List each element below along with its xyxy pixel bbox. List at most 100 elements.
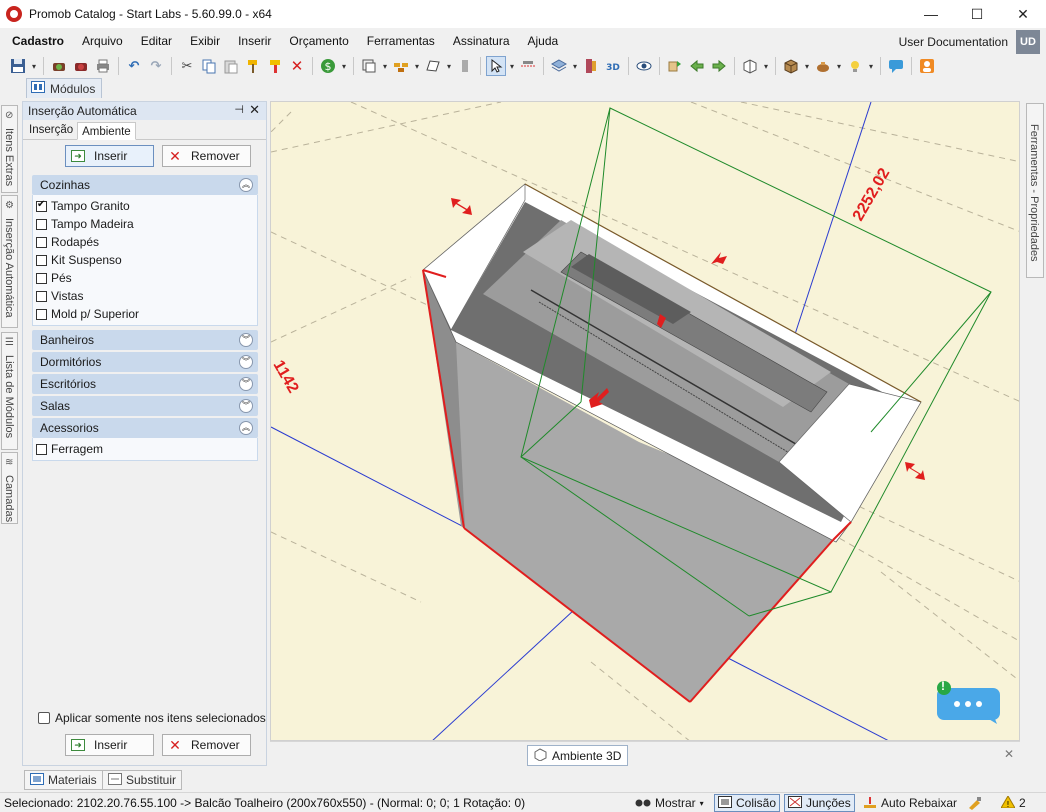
visibility-icon[interactable]	[634, 56, 654, 76]
box-dropdown-icon[interactable]: ▾	[803, 62, 811, 71]
print-icon[interactable]	[93, 56, 113, 76]
expand-icon[interactable]: ︾	[239, 333, 253, 347]
collapse-icon[interactable]: ︽	[239, 421, 253, 435]
collapse-icon[interactable]: ︽	[239, 178, 253, 192]
pointer-icon[interactable]	[486, 56, 506, 76]
maximize-button[interactable]: ☐	[954, 0, 1000, 28]
joints-toggle[interactable]: Junções	[784, 794, 855, 812]
minimize-button[interactable]: —	[908, 0, 954, 28]
group-dropdown-icon[interactable]: ▾	[413, 62, 421, 71]
undo-icon[interactable]: ↶	[124, 56, 144, 76]
arrow-left-icon[interactable]	[687, 56, 707, 76]
pin-icon[interactable]: ⊣	[234, 103, 244, 116]
tools-status-icon[interactable]	[964, 794, 986, 812]
tab-substituir[interactable]: Substituir	[102, 770, 183, 790]
panel-close-icon[interactable]: ✕	[249, 102, 260, 118]
select-area-dropdown-icon[interactable]: ▾	[381, 62, 389, 71]
tab-insercao[interactable]: Inserção	[25, 121, 77, 139]
checkbox[interactable]	[36, 290, 47, 302]
chat-icon[interactable]	[886, 56, 906, 76]
menu-cadastro[interactable]: Cadastro	[0, 30, 73, 52]
checkbox[interactable]	[36, 236, 47, 248]
hammer-icon[interactable]	[243, 56, 263, 76]
viewport-layout-icon[interactable]	[740, 56, 760, 76]
copy-icon[interactable]	[199, 56, 219, 76]
shape-dropdown-icon[interactable]: ▾	[445, 62, 453, 71]
select-area-icon[interactable]	[359, 56, 379, 76]
expand-icon[interactable]: ︾	[239, 399, 253, 413]
check-kit-suspenso[interactable]: Kit Suspenso	[36, 251, 257, 269]
layers-icon[interactable]	[549, 56, 569, 76]
pointer-dropdown-icon[interactable]: ▾	[508, 62, 516, 71]
group-acessorios[interactable]: Acessorios ︽	[32, 418, 258, 438]
tab-materiais[interactable]: Materiais	[24, 770, 103, 790]
view-3d-icon[interactable]: 3D	[603, 56, 623, 76]
check-vistas[interactable]: Vistas	[36, 287, 257, 305]
menu-assinatura[interactable]: Assinatura	[444, 30, 519, 52]
close-window-button[interactable]: ✕	[1000, 0, 1046, 28]
save-dropdown-icon[interactable]: ▾	[30, 62, 38, 71]
arrow-right-icon[interactable]	[709, 56, 729, 76]
tab-ambiente[interactable]: Ambiente	[77, 122, 136, 140]
vtab-ferramentas-propriedades[interactable]: Ferramentas - Propriedades	[1026, 103, 1044, 278]
viewport-layout-dropdown-icon[interactable]: ▾	[762, 62, 770, 71]
menu-orcamento[interactable]: Orçamento	[280, 30, 357, 52]
box-icon[interactable]	[781, 56, 801, 76]
expand-icon[interactable]: ︾	[239, 355, 253, 369]
menu-editar[interactable]: Editar	[132, 30, 181, 52]
user-icon[interactable]	[917, 56, 937, 76]
teapot-icon[interactable]	[813, 56, 833, 76]
group-dormitorios[interactable]: Dormitórios ︾	[32, 352, 258, 372]
auto-lower-toggle[interactable]: Auto Rebaixar	[860, 794, 960, 812]
checkbox[interactable]	[36, 218, 47, 230]
save-icon[interactable]	[8, 56, 28, 76]
check-tampo-granito[interactable]: Tampo Granito	[36, 197, 257, 215]
cut-icon[interactable]: ✂	[177, 56, 197, 76]
menu-arquivo[interactable]: Arquivo	[73, 30, 132, 52]
brush-icon[interactable]	[265, 56, 285, 76]
menu-exibir[interactable]: Exibir	[181, 30, 229, 52]
teapot-dropdown-icon[interactable]: ▾	[835, 62, 843, 71]
group-escritorios[interactable]: Escritórios ︾	[32, 374, 258, 394]
vtab-camadas[interactable]: ≋ Camadas	[1, 452, 18, 524]
render-icon[interactable]	[49, 56, 69, 76]
redo-icon[interactable]: ↷	[146, 56, 166, 76]
check-rodapes[interactable]: Rodapés	[36, 233, 257, 251]
light-dropdown-icon[interactable]: ▾	[867, 62, 875, 71]
move-icon[interactable]	[665, 56, 685, 76]
door-icon[interactable]	[581, 56, 601, 76]
checkbox-checked[interactable]	[36, 199, 47, 212]
check-tampo-madeira[interactable]: Tampo Madeira	[36, 215, 257, 233]
menu-ferramentas[interactable]: Ferramentas	[358, 30, 444, 52]
warnings-indicator[interactable]: ! 2	[998, 794, 1029, 812]
user-documentation-link[interactable]: User Documentation	[899, 30, 1008, 52]
group-salas[interactable]: Salas ︾	[32, 396, 258, 416]
check-mold-superior[interactable]: Mold p/ Superior	[36, 305, 257, 323]
tab-ambiente-3d[interactable]: Ambiente 3D	[527, 745, 629, 766]
checkbox[interactable]	[36, 308, 47, 320]
support-chat-button[interactable]: !	[937, 679, 1000, 724]
render-settings-icon[interactable]	[71, 56, 91, 76]
checkbox[interactable]	[36, 443, 47, 455]
show-dropdown[interactable]: Mostrar ▾	[632, 794, 707, 812]
check-pes[interactable]: Pés	[36, 269, 257, 287]
collision-toggle[interactable]: Colisão	[714, 794, 781, 812]
user-avatar[interactable]: UD	[1016, 30, 1040, 54]
vtab-insercao-automatica[interactable]: ⚙ Inserção Automática	[1, 195, 18, 328]
vtab-itens-extras[interactable]: ⊘ Itens Extras	[1, 105, 18, 193]
delete-icon[interactable]: ✕	[287, 56, 307, 76]
measure-icon[interactable]	[518, 56, 538, 76]
budget-dropdown-icon[interactable]: ▾	[340, 62, 348, 71]
shape-icon[interactable]	[423, 56, 443, 76]
paste-icon[interactable]	[221, 56, 241, 76]
expand-icon[interactable]: ︾	[239, 377, 253, 391]
group-icon[interactable]	[391, 56, 411, 76]
remove-button[interactable]: ✕ Remover	[162, 145, 251, 167]
menu-ajuda[interactable]: Ajuda	[519, 30, 568, 52]
menu-inserir[interactable]: Inserir	[229, 30, 280, 52]
bottom-remove-button[interactable]: ✕ Remover	[162, 734, 251, 756]
budget-icon[interactable]: $	[318, 56, 338, 76]
layers-dropdown-icon[interactable]: ▾	[571, 62, 579, 71]
viewport-3d[interactable]: 2252,02 1142 !	[270, 101, 1020, 741]
modules-tab[interactable]: Módulos	[26, 78, 103, 98]
